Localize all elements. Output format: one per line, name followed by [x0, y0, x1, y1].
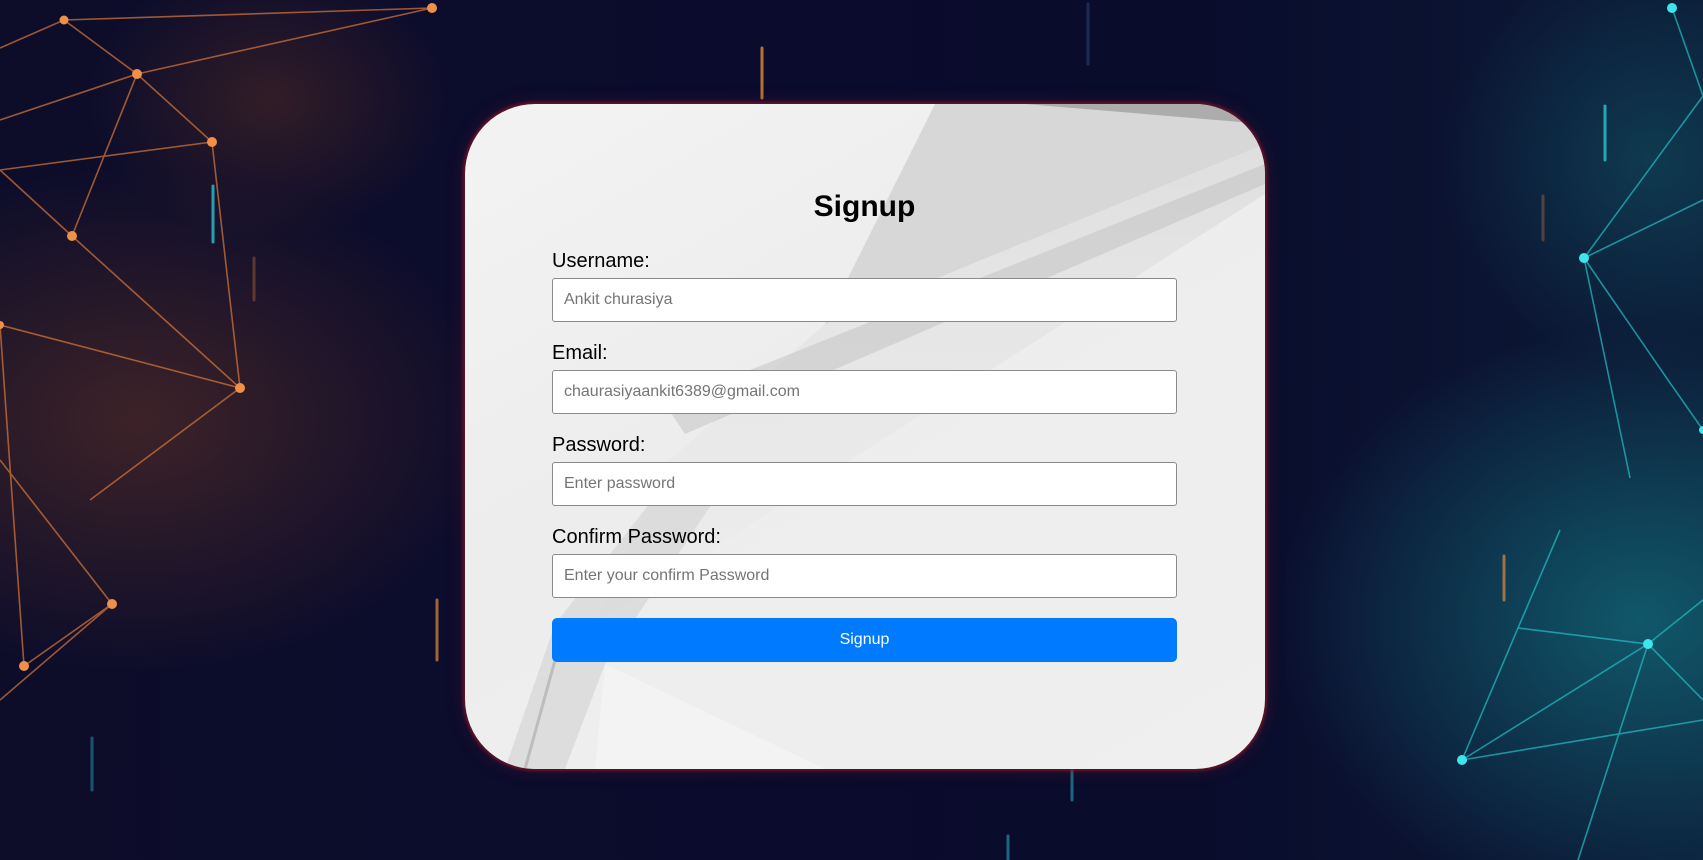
signup-button[interactable]: Signup — [552, 618, 1177, 662]
confirm-password-label: Confirm Password: — [552, 526, 721, 548]
password-input[interactable] — [552, 462, 1177, 506]
page-background: Signup Username: Email: Password: Confir… — [0, 0, 1703, 860]
password-label: Password: — [552, 434, 646, 456]
username-label: Username: — [552, 250, 650, 272]
email-label: Email: — [552, 342, 608, 364]
signup-card: Signup Username: Email: Password: Confir… — [465, 104, 1265, 769]
username-input[interactable] — [552, 278, 1177, 322]
form-title: Signup — [813, 190, 916, 223]
email-input[interactable] — [552, 370, 1177, 414]
confirm-password-input[interactable] — [552, 554, 1177, 598]
